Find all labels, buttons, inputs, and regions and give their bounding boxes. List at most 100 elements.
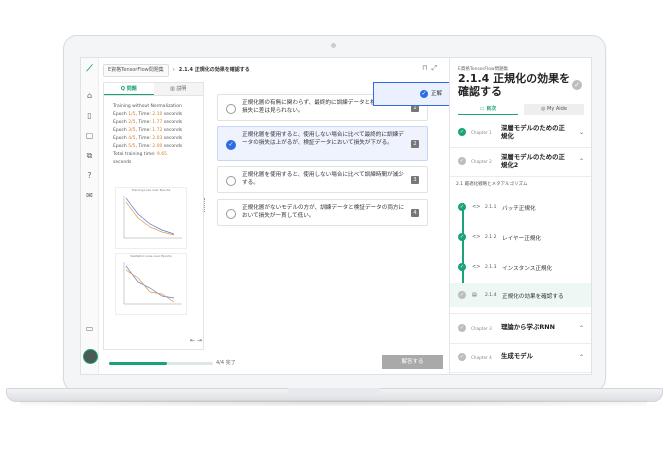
lesson-item-2[interactable]: ✓ <> 2.1.2 レイヤー正規化 (450, 225, 591, 249)
progress-bar (109, 362, 213, 365)
log-total-unit: seconds (113, 160, 132, 165)
collapse-left-icon[interactable]: ⇤ (190, 337, 195, 344)
chapter-item-2[interactable]: ✓ Chapter 2 深層モデルのための正規化2 ⌃ (450, 147, 591, 177)
correct-toast: ✓ 正解 (373, 82, 455, 106)
training-loss-plot: Training Loss over Epochs (115, 187, 187, 249)
breadcrumb: E資格TensorFlow問題集 › 2.1.4 正規化の効果を確認する (103, 64, 250, 77)
log-line: Epoch 4/5, Time: 2.03 seconds (113, 136, 183, 141)
mail-icon[interactable]: ✉ (84, 190, 95, 201)
option-number: 4 (411, 208, 419, 217)
expand-icon[interactable]: ⤢ (431, 64, 441, 72)
lesson-title: レイヤー正規化 (502, 236, 541, 242)
answer-option-3[interactable]: 正規化層を使用すると、使用しない場合に比べて訓練時間が減少する。 3 (217, 166, 428, 193)
user-avatar[interactable] (83, 349, 98, 364)
panel-tabs: Q 問題 ▥ 説明 (104, 83, 203, 96)
breadcrumb-separator: › (172, 67, 175, 73)
check-icon: ✓ (458, 203, 466, 211)
chapter-label: Chapter 3 (471, 326, 492, 331)
toc-panel: E資格TensorFlow問題集 2.1.4 正規化の効果を確認する ✓ ▭ 目… (449, 58, 591, 374)
answer-option-4[interactable]: 正規化層がないモデルの方が、訓練データと検証データの両方において損失が一貫して低… (217, 199, 428, 226)
check-icon: ✓ (458, 353, 466, 361)
check-icon: ✓ (458, 291, 466, 299)
lesson-item-3[interactable]: ✓ <> 2.1.3 インスタンス正規化 (450, 255, 591, 279)
chapter-item-1[interactable]: ✓ Chapter 1 深層モデルのための正規化 ⌄ (450, 118, 591, 148)
logo-icon[interactable]: ⟋ (84, 64, 95, 75)
answer-options: 正規化層の有無に関わらず、最終的に訓練データと検証データの損失に差は見られない。… (211, 84, 435, 344)
section-heading: 2.1 最適化戦略とメタアルゴリズム (456, 182, 528, 187)
code-icon: <> (472, 234, 481, 240)
icon-rail: ⟋ ⌂ ▯ ▢ ⧉ ? ✉ ▭ (81, 58, 99, 374)
lesson-item-4[interactable]: ✓ ▤ 2.1.4 正規化の効果を確認する (450, 283, 591, 307)
radio-button[interactable] (226, 175, 236, 186)
option-number: 3 (411, 175, 419, 184)
radio-checked-icon[interactable]: ✓ (226, 139, 236, 150)
lesson-item-1[interactable]: ✓ <> 2.1.1 バッチ正規化 (450, 195, 591, 219)
copy-icon[interactable]: ⧉ (84, 150, 95, 161)
chapter-title: 生成モデル (501, 352, 533, 360)
book-icon[interactable]: ▯ (84, 110, 95, 121)
check-icon: ✓ (458, 324, 466, 332)
chevron-up-icon[interactable]: ⌃ (579, 354, 584, 361)
tab-explanation[interactable]: ▥ 説明 (153, 83, 203, 95)
progress-label: 4/4 完了 (216, 360, 236, 366)
lesson-number: 2.1.4 (485, 293, 497, 298)
lesson-number: 2.1.1 (485, 205, 497, 210)
chapter-title: 理論から学ぶRNN (501, 323, 555, 331)
laptop-notch (288, 388, 380, 394)
complete-check-icon[interactable]: ✓ (572, 80, 582, 90)
option-number: 2 (411, 139, 419, 148)
lesson-title: インスタンス正規化 (502, 266, 553, 272)
code-icon: <> (472, 264, 481, 270)
answer-option-2[interactable]: ✓ 正規化層を使用すると、使用しない場合に比べて最終的に訓練データの損失は上がる… (217, 126, 428, 161)
bookmark-icon[interactable]: ▢ (84, 130, 95, 141)
progress-fill (109, 362, 168, 365)
tab-question[interactable]: Q 問題 (104, 83, 154, 95)
output-log: Training without Normalization Epoch 1/5… (113, 103, 195, 167)
laptop-shadow (20, 400, 647, 406)
lesson-number: 2.1.3 (485, 265, 497, 270)
lesson-title: バッチ正規化 (502, 206, 536, 212)
breadcrumb-book[interactable]: E資格TensorFlow問題集 (103, 64, 169, 77)
tab-contents[interactable]: ▭ 目次 (458, 104, 518, 115)
tab-my-aide[interactable]: ◎ My Aide (524, 104, 584, 115)
option-text: 正規化層を使用すると、使用しない場合に比べて訓練時間が減少する。 (242, 172, 404, 186)
training-loss-lines (123, 196, 182, 239)
header-actions: ⊓⤢ (422, 64, 441, 73)
chapter-title: 深層モデルのための正規化2 (501, 153, 565, 169)
chevron-up-icon[interactable]: ⌃ (579, 325, 584, 332)
log-line: Epoch 3/5, Time: 1.72 seconds (113, 128, 183, 133)
option-text: 正規化層がないモデルの方が、訓練データと検証データの両方において損失が一貫して低… (242, 205, 405, 219)
check-icon: ✓ (458, 233, 466, 241)
chapter-item-4[interactable]: ✓ Chapter 4 生成モデル ⌃ (450, 343, 591, 373)
home-icon[interactable]: ⌂ (84, 90, 95, 101)
chapter-title: 深層モデルのための正規化 (501, 124, 565, 140)
submit-button[interactable]: 解答する (382, 355, 443, 369)
validation-loss-lines (123, 262, 182, 305)
lesson-number: 2.1.2 (485, 235, 497, 240)
collapse-right-icon[interactable]: ⇥ (197, 337, 202, 344)
check-icon: ✓ (458, 128, 466, 136)
radio-button[interactable] (226, 208, 236, 219)
log-line: Epoch 5/5, Time: 2.00 seconds (113, 144, 183, 149)
log-title: Training without Normalization (113, 104, 182, 109)
check-icon: ✓ (458, 157, 466, 165)
panel-splitter[interactable] (204, 198, 207, 212)
toast-label: 正解 (431, 91, 443, 97)
chevron-down-icon[interactable]: ⌄ (579, 129, 584, 136)
help-icon[interactable]: ? (84, 170, 95, 181)
check-icon: ✓ (420, 89, 428, 98)
validation-loss-plot: Validation Loss over Epochs (115, 253, 187, 315)
explanation-panel: Q 問題 ▥ 説明 Training without Normalization… (103, 82, 204, 350)
chevron-up-icon[interactable]: ⌃ (579, 158, 584, 165)
chapter-label: Chapter 2 (471, 159, 492, 164)
radio-button[interactable] (226, 103, 236, 114)
log-line: Epoch 2/5, Time: 1.77 seconds (113, 120, 183, 125)
lesson-title: 正規化の効果を確認する (502, 294, 564, 300)
camera-dot (331, 43, 336, 48)
option-text: 正規化層を使用すると、使用しない場合に比べて最終的に訓練データの損失は上がるが、… (242, 132, 404, 146)
chapter-item-3[interactable]: ✓ Chapter 3 理論から学ぶRNN ⌃ (450, 313, 591, 344)
chapter-label: Chapter 1 (471, 130, 492, 135)
terminal-icon[interactable]: ▭ (84, 323, 95, 334)
toc-title: 2.1.4 正規化の効果を確認する (458, 72, 571, 98)
document-icon: ▤ (472, 292, 477, 298)
